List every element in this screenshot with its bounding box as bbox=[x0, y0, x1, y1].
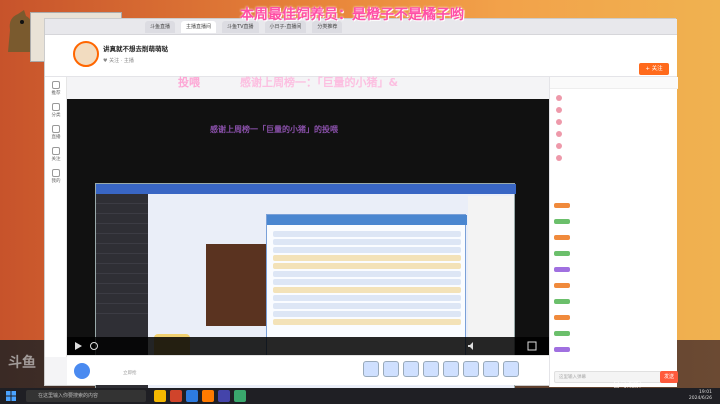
nav-item-mine[interactable]: 我的 bbox=[45, 165, 67, 187]
heart-icon bbox=[52, 146, 60, 155]
home-icon bbox=[52, 80, 60, 89]
gift-item[interactable] bbox=[463, 361, 479, 377]
chat-message bbox=[554, 265, 674, 273]
user-icon bbox=[52, 168, 60, 177]
send-button[interactable]: 发送 bbox=[660, 371, 678, 383]
taskbar: 在这里输入你要搜索的内容 19:01 2024/6/26 bbox=[0, 388, 720, 404]
gift-bar: 立即抢 bbox=[67, 355, 549, 385]
gift-item[interactable] bbox=[383, 361, 399, 377]
video-controls bbox=[67, 337, 549, 355]
left-nav: 推荐 分类 直播 关注 我的 bbox=[45, 77, 67, 357]
overlay-ticker-b: 感谢上周榜一：「巨量的小猪」& bbox=[240, 76, 399, 89]
fish-ball-icon[interactable] bbox=[73, 362, 91, 380]
play-icon[interactable] bbox=[73, 341, 83, 351]
gift-item[interactable] bbox=[403, 361, 419, 377]
chat-message bbox=[554, 313, 674, 321]
gift-item[interactable] bbox=[363, 361, 379, 377]
douyu-app-icon[interactable] bbox=[202, 390, 214, 402]
channel-subtitle: ♥ 关注 · 主播 bbox=[103, 58, 134, 64]
browser-tab-active[interactable]: 主播直播间 bbox=[181, 20, 217, 33]
windows-start-icon[interactable] bbox=[6, 391, 16, 401]
fullscreen-icon[interactable] bbox=[527, 341, 537, 351]
tv-icon bbox=[52, 124, 60, 133]
shared-screen-titlebar bbox=[96, 184, 516, 194]
chat-message bbox=[554, 217, 674, 225]
taskbar-search-input[interactable]: 在这里输入你要搜索的内容 bbox=[26, 390, 146, 402]
avatar[interactable] bbox=[73, 41, 99, 67]
refresh-icon[interactable] bbox=[89, 341, 99, 351]
channel-title: 讲真就不想去削萌萌哒 bbox=[103, 45, 168, 53]
taskbar-clock: 19:01 2024/6/26 bbox=[688, 390, 712, 401]
gift-item[interactable] bbox=[423, 361, 439, 377]
overlay-ticker-inner: 感谢上周榜一「巨量的小猪」的投喂 bbox=[210, 125, 338, 134]
nav-item-follow[interactable]: 关注 bbox=[45, 143, 67, 165]
gift-bar-label: 立即抢 bbox=[123, 371, 137, 376]
rank-row[interactable] bbox=[556, 105, 628, 114]
right-panel: 这里输入弹幕 发送 bbox=[549, 77, 678, 387]
rank-row[interactable] bbox=[556, 117, 628, 126]
shared-screen-image bbox=[206, 244, 268, 326]
app-icon[interactable] bbox=[234, 390, 246, 402]
volume-icon[interactable] bbox=[467, 341, 477, 351]
chat-message bbox=[554, 201, 674, 209]
chat-message bbox=[554, 329, 674, 337]
gift-item[interactable] bbox=[443, 361, 459, 377]
chat-message bbox=[554, 233, 674, 241]
chat-message bbox=[554, 249, 674, 257]
douyu-logo: 斗鱼 bbox=[8, 355, 36, 371]
rank-row[interactable] bbox=[556, 153, 628, 162]
follow-button[interactable]: + 关注 bbox=[639, 63, 669, 75]
rank-row[interactable] bbox=[556, 129, 628, 138]
overlay-ticker-a: 投喂 bbox=[178, 76, 200, 89]
app-icon[interactable] bbox=[170, 390, 182, 402]
browser-tab[interactable]: 斗鱼直播 bbox=[145, 20, 176, 33]
channel-header: 讲真就不想去削萌萌哒 ♥ 关注 · 主播 + 关注 bbox=[45, 35, 677, 77]
video-player[interactable] bbox=[67, 99, 549, 404]
chat-message bbox=[554, 281, 674, 289]
chat-message bbox=[554, 297, 674, 305]
nav-item-live[interactable]: 直播 bbox=[45, 121, 67, 143]
folder-icon[interactable] bbox=[154, 390, 166, 402]
browser-icon[interactable] bbox=[186, 390, 198, 402]
gift-item[interactable] bbox=[503, 361, 519, 377]
rank-row[interactable] bbox=[556, 93, 628, 102]
overlay-banner: 本周最佳饲养员：是橙子不是橘子哟 bbox=[240, 7, 464, 23]
grid-icon bbox=[52, 102, 60, 111]
rank-row[interactable] bbox=[556, 141, 628, 150]
chat-message bbox=[554, 345, 674, 353]
gift-item[interactable] bbox=[483, 361, 499, 377]
nav-item-category[interactable]: 分类 bbox=[45, 99, 67, 121]
chat-list bbox=[550, 201, 678, 365]
nav-item-recommend[interactable]: 推荐 bbox=[45, 77, 67, 99]
right-panel-tabs[interactable] bbox=[550, 77, 678, 89]
app-icon[interactable] bbox=[218, 390, 230, 402]
